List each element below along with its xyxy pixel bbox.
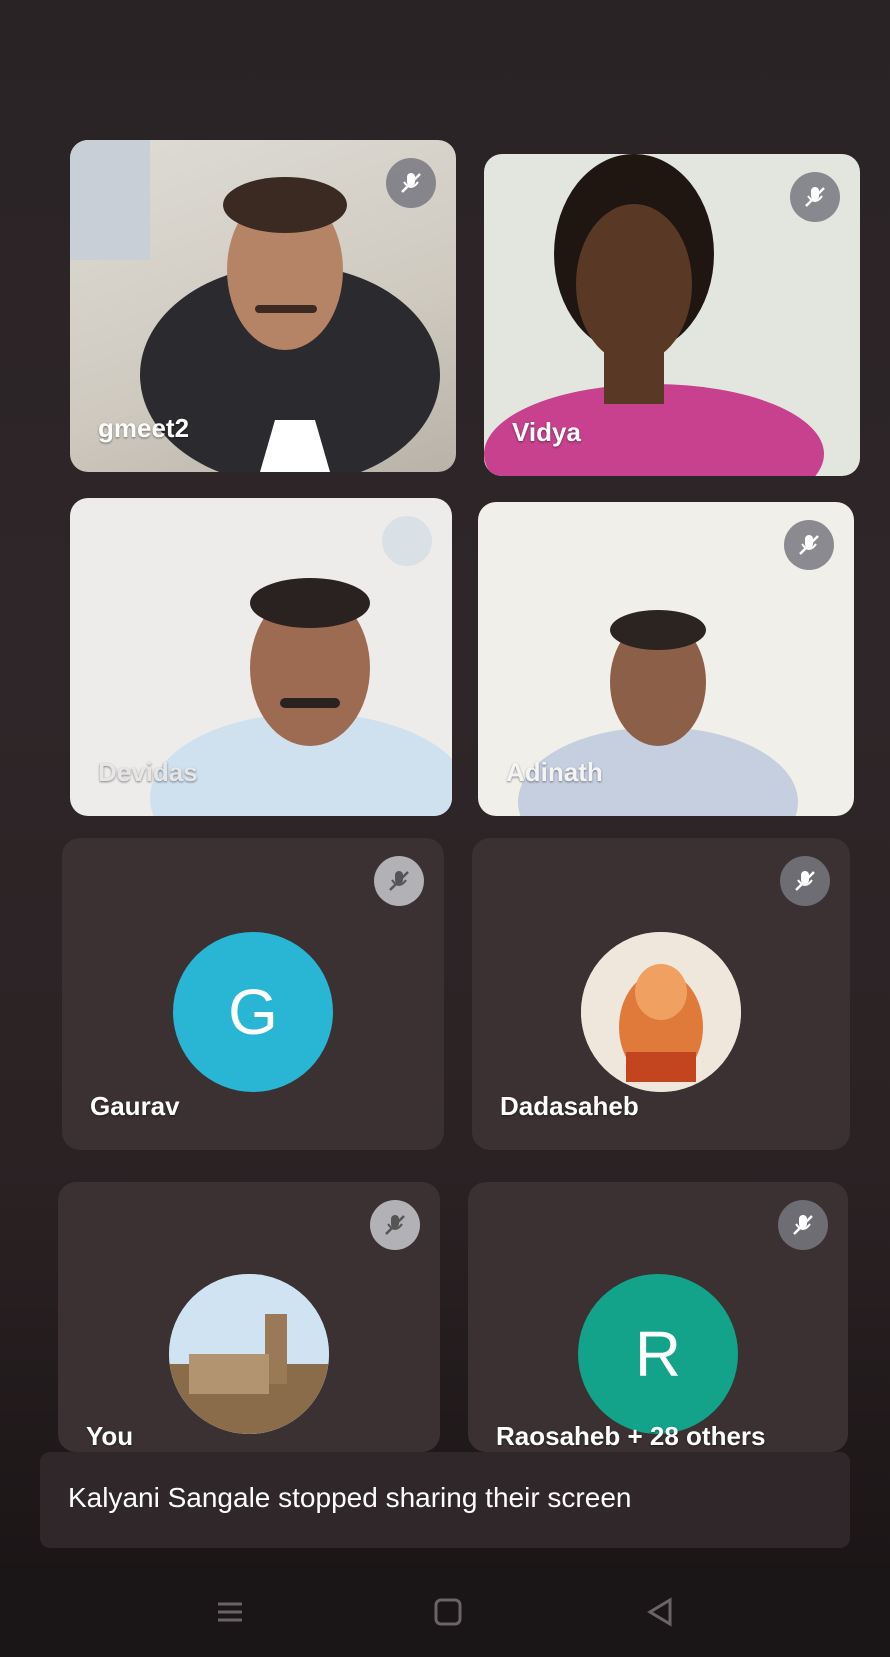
participant-name: Vidya: [512, 417, 581, 447]
mic-off-icon: [780, 856, 830, 906]
mic-off-icon: [784, 520, 834, 570]
avatar: G: [173, 932, 333, 1092]
mic-off-icon: [382, 516, 432, 566]
avatar-photo: [581, 932, 741, 1092]
mic-off-icon: [778, 1200, 828, 1250]
participant-tile-dadasaheb[interactable]: Dadasaheb: [472, 838, 850, 1150]
home-icon[interactable]: [428, 1592, 468, 1632]
avatar: R: [578, 1274, 738, 1434]
snackbar-message: Kalyani Sangale stopped sharing their sc…: [68, 1482, 632, 1513]
participant-name: Adinath: [506, 757, 603, 787]
avatar-photo: [169, 1274, 329, 1434]
participant-tile-adinath[interactable]: Adinath: [478, 502, 854, 816]
back-icon[interactable]: [640, 1592, 680, 1632]
participant-tile-devidas[interactable]: Devidas: [70, 498, 452, 816]
mic-off-icon: [386, 158, 436, 208]
participant-tile-gmeet2[interactable]: gmeet2: [70, 140, 456, 472]
avatar-letter: G: [228, 976, 278, 1048]
participant-tile-vidya[interactable]: Vidya: [484, 154, 860, 476]
avatar-letter: R: [634, 1318, 682, 1390]
system-navigation-bar: [0, 1562, 890, 1657]
menu-icon[interactable]: [210, 1592, 250, 1632]
meeting-screen: gmeet2 Vidya Devidas Adinath G Gaurav Da…: [0, 0, 890, 1657]
participant-grid: gmeet2 Vidya Devidas Adinath G Gaurav Da…: [0, 0, 890, 1500]
participant-name: Gaurav: [90, 1091, 180, 1121]
mic-off-icon: [790, 172, 840, 222]
participant-name: gmeet2: [98, 413, 190, 443]
participant-name: Dadasaheb: [500, 1091, 639, 1121]
snackbar-notification: Kalyani Sangale stopped sharing their sc…: [40, 1452, 850, 1548]
participant-name: You: [86, 1421, 134, 1451]
mic-off-icon: [370, 1200, 420, 1250]
participant-name: Raosaheb + 28 others: [496, 1421, 766, 1451]
mic-off-icon: [374, 856, 424, 906]
participant-name: Devidas: [98, 757, 198, 787]
participant-tile-raosaheb[interactable]: R Raosaheb + 28 others: [468, 1182, 848, 1452]
participant-tile-gaurav[interactable]: G Gaurav: [62, 838, 444, 1150]
participant-tile-you[interactable]: You: [58, 1182, 440, 1452]
